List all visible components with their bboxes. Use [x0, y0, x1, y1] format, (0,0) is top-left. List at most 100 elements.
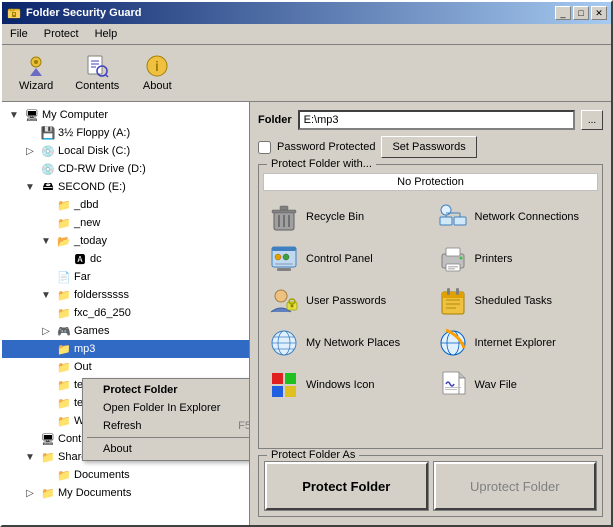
folder-icon: 📁	[56, 197, 72, 213]
tree-item-local-disk-c[interactable]: ▷ 💿 Local Disk (C:)	[2, 142, 249, 160]
protection-grid: Recycle Bin	[263, 197, 598, 405]
ctx-protect-folder[interactable]: Protect Folder	[83, 381, 250, 399]
prot-scheduled-tasks[interactable]: Sheduled Tasks	[432, 281, 599, 321]
set-passwords-button[interactable]: Set Passwords	[381, 136, 476, 158]
folder-tree[interactable]: ▼ 🖥 My Computer ▷ 💾 3½ Floppy (A:) ▷ 💿 L…	[2, 102, 250, 525]
contents-button[interactable]: Contents	[66, 49, 128, 97]
folder-input[interactable]	[298, 110, 575, 130]
about-icon: i	[145, 54, 169, 78]
prot-user-passwords[interactable]: User Passwords	[263, 281, 430, 321]
minimize-button[interactable]: _	[555, 6, 571, 20]
about-button[interactable]: i About	[132, 49, 182, 97]
floppy-icon: 💾	[40, 125, 56, 141]
tree-item-out[interactable]: ▷ 📁 Out	[2, 358, 249, 376]
browse-button[interactable]: ...	[581, 110, 603, 130]
expand-icon: ▷	[54, 251, 70, 267]
refresh-shortcut: F5	[238, 420, 250, 432]
tree-item-today[interactable]: ▼ 📂 _today	[2, 232, 249, 250]
ctx-refresh[interactable]: Refresh F5	[83, 417, 250, 435]
close-button[interactable]: ✕	[591, 6, 607, 20]
tree-item-dbd[interactable]: ▷ 📁 _dbd	[2, 196, 249, 214]
cdrom-icon: 💿	[40, 161, 56, 177]
expand-icon: ▷	[22, 431, 38, 447]
file-icon: 📄	[56, 269, 72, 285]
user-passwords-icon	[268, 285, 300, 317]
windows-icon	[268, 369, 300, 401]
main-content: ▼ 🖥 My Computer ▷ 💾 3½ Floppy (A:) ▷ 💿 L…	[2, 102, 611, 525]
prot-internet-explorer[interactable]: Internet Explorer	[432, 323, 599, 363]
menu-bar: File Protect Help	[2, 24, 611, 45]
expand-icon[interactable]: ▷	[38, 323, 54, 339]
expand-icon[interactable]: ▼	[22, 179, 38, 195]
expand-icon: ▷	[38, 197, 54, 213]
prot-label: Network Connections	[475, 211, 580, 223]
tree-label: Local Disk (C:)	[58, 145, 130, 157]
expand-icon[interactable]: ▼	[38, 287, 54, 303]
maximize-button[interactable]: □	[573, 6, 589, 20]
folder-icon: 📁	[56, 467, 72, 483]
menu-protect[interactable]: Protect	[36, 26, 87, 42]
tree-item-my-computer[interactable]: ▼ 🖥 My Computer	[2, 106, 249, 124]
tree-label: Games	[74, 325, 109, 337]
expand-icon[interactable]: ▼	[38, 233, 54, 249]
folder-icon: 📁	[56, 305, 72, 321]
tree-item-my-documents[interactable]: ▷ 📁 My Documents	[2, 484, 249, 502]
games-icon: 🎮	[56, 323, 72, 339]
tree-label: My Documents	[58, 487, 131, 499]
prot-network-connections[interactable]: Network Connections	[432, 197, 599, 237]
tree-item-fxc[interactable]: ▷ 📁 fxc_d6_250	[2, 304, 249, 322]
harddisk2-icon: 🖴	[40, 179, 56, 195]
protect-group: Protect Folder with... No Protection	[258, 164, 603, 449]
folder-label: Folder	[258, 114, 292, 126]
prot-windows-icon[interactable]: Windows Icon	[263, 365, 430, 405]
computer-icon: 🖥	[24, 107, 40, 123]
ctx-open-explorer[interactable]: Open Folder In Explorer	[83, 399, 250, 417]
contents-icon	[85, 54, 109, 78]
tree-item-dc[interactable]: ▷ 🅰 dc	[2, 250, 249, 268]
my-docs-icon: 📁	[40, 485, 56, 501]
password-checkbox[interactable]	[258, 141, 271, 154]
wizard-button[interactable]: Wizard	[10, 49, 62, 97]
wav-file-icon	[437, 369, 469, 401]
password-row: Password Protected Set Passwords	[258, 136, 603, 158]
prot-label: Control Panel	[306, 253, 373, 265]
bottom-section: Protect Folder As Protect Folder Uprotec…	[258, 455, 603, 517]
prot-wav-file[interactable]: Wav File	[432, 365, 599, 405]
prot-recycle-bin[interactable]: Recycle Bin	[263, 197, 430, 237]
prot-label: Printers	[475, 253, 513, 265]
tree-label: Far	[74, 271, 91, 283]
expand-icon: ▷	[38, 413, 54, 429]
expand-icon[interactable]: ▷	[22, 143, 38, 159]
title-bar: Folder Security Guard _ □ ✕	[2, 2, 611, 24]
ctx-about[interactable]: About	[83, 440, 250, 458]
harddisk-icon: 💿	[40, 143, 56, 159]
tree-item-mp3[interactable]: ▷ 📁 mp3	[2, 340, 249, 358]
menu-file[interactable]: File	[2, 26, 36, 42]
prot-my-network-places[interactable]: My Network Places	[263, 323, 430, 363]
prot-control-panel[interactable]: Control Panel	[263, 239, 430, 279]
tree-item-new[interactable]: ▷ 📁 _new	[2, 214, 249, 232]
protect-legend: Protect Folder with...	[267, 158, 376, 170]
tree-item-second-e[interactable]: ▼ 🖴 SECOND (E:)	[2, 178, 249, 196]
prot-label: Sheduled Tasks	[475, 295, 552, 307]
tree-item-foldersssss[interactable]: ▼ 📁 foldersssss	[2, 286, 249, 304]
tree-item-far[interactable]: ▷ 📄 Far	[2, 268, 249, 286]
expand-icon: ▷	[38, 359, 54, 375]
tree-item-games[interactable]: ▷ 🎮 Games	[2, 322, 249, 340]
my-network-places-icon	[268, 327, 300, 359]
expand-icon[interactable]: ▼	[22, 449, 38, 465]
network-connections-icon	[437, 201, 469, 233]
expand-icon[interactable]: ▷	[22, 485, 38, 501]
tree-label: CD-RW Drive (D:)	[58, 163, 146, 175]
tree-item-documents[interactable]: ▷ 📁 Documents	[2, 466, 249, 484]
no-protection-label: No Protection	[397, 176, 464, 188]
tree-item-cdrw[interactable]: ▷ 💿 CD-RW Drive (D:)	[2, 160, 249, 178]
tree-label: 3½ Floppy (A:)	[58, 127, 130, 139]
tree-item-floppy[interactable]: ▷ 💾 3½ Floppy (A:)	[2, 124, 249, 142]
prot-printers[interactable]: Printers	[432, 239, 599, 279]
tree-label: Out	[74, 361, 92, 373]
expand-icon[interactable]: ▼	[6, 107, 22, 123]
control-panel-icon: 🖥	[40, 431, 56, 447]
protect-folder-button[interactable]: Protect Folder	[265, 462, 428, 510]
menu-help[interactable]: Help	[87, 26, 126, 42]
